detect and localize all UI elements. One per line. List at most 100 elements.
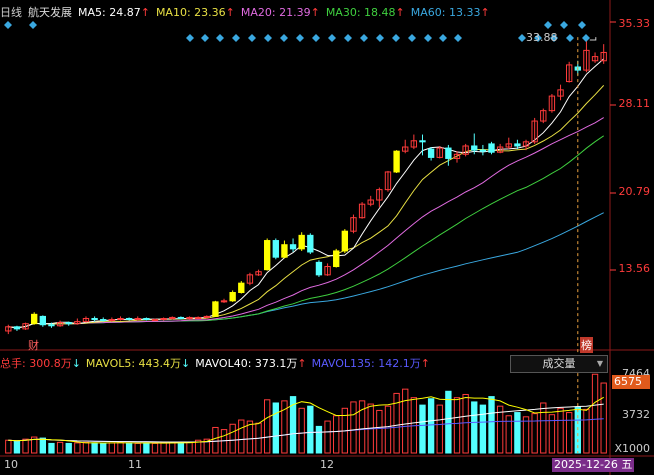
- volume-bar: [238, 419, 245, 454]
- candle: [125, 317, 133, 321]
- volume-bar: [514, 412, 521, 454]
- volume-bar: [436, 404, 443, 454]
- volume-bar: [488, 396, 495, 454]
- signal-diamond: [439, 34, 447, 42]
- volume-unit: X1000: [614, 442, 650, 455]
- volume-bar: [117, 441, 124, 454]
- volume-bar: [591, 373, 599, 454]
- price-tick: 28.11: [618, 97, 651, 110]
- month-label: 12: [320, 458, 334, 471]
- volume-bar: [565, 412, 573, 454]
- volume-bar: [13, 440, 21, 454]
- ma10-value: MA10: 23.36↑: [155, 5, 235, 19]
- signal-diamond: [201, 34, 209, 42]
- signal-diamond: [328, 34, 336, 42]
- candle: [315, 261, 323, 276]
- volume-bar: [91, 442, 98, 454]
- candle: [65, 322, 72, 325]
- high-price-label: 33.88: [526, 31, 558, 44]
- mavol5-value: MAVOL5: 443.4万↓: [85, 357, 191, 370]
- signal-diamond: [280, 34, 288, 42]
- volume-bar: [315, 425, 323, 454]
- volume-bar: [522, 416, 530, 454]
- signal-diamond: [560, 21, 568, 29]
- volume-bar: [48, 442, 55, 454]
- volume-bar: [298, 407, 305, 454]
- indicator-selector-label: 成交量: [542, 357, 576, 370]
- volume-bar: [263, 399, 271, 454]
- volume-bar: [419, 404, 426, 454]
- volume-bar: [74, 442, 81, 454]
- signal-diamond: [4, 21, 12, 29]
- volume-bar: [160, 442, 167, 454]
- volume-bar: [307, 405, 314, 454]
- ma5-line: [8, 58, 605, 329]
- volume-bar: [39, 437, 47, 454]
- signal-diamond: [376, 34, 384, 42]
- candle: [298, 234, 305, 250]
- volume-legend-bar: 总手: 300.8万↓ MAVOL5: 443.4万↓ MAVOL40: 373…: [0, 355, 430, 371]
- volume-bar: [5, 439, 12, 454]
- ma20-value: MA20: 21.39↑: [240, 5, 320, 19]
- volume-bar: [56, 441, 64, 454]
- volume-bar: [376, 409, 383, 454]
- volume-bar: [557, 407, 564, 454]
- volume-bar: [22, 438, 29, 454]
- candle: [13, 326, 21, 330]
- mavol40-value: MAVOL40: 373.1万↑: [195, 357, 307, 370]
- signal-diamond: [312, 34, 320, 42]
- signal-diamond: [216, 34, 224, 42]
- signal-diamond: [264, 34, 272, 42]
- candle: [238, 282, 245, 294]
- ma10-line: [8, 85, 605, 329]
- period-label[interactable]: 日线: [0, 4, 22, 20]
- ma30-value: MA30: 18.48↑: [325, 5, 405, 19]
- signal-diamond: [566, 34, 574, 42]
- volume-bar: [177, 442, 185, 454]
- volume-bar: [65, 442, 72, 454]
- signal-diamond: [582, 34, 590, 42]
- candle: [427, 148, 435, 158]
- volume-bar: [169, 441, 176, 454]
- candle: [177, 316, 185, 319]
- month-label: 11: [128, 458, 142, 471]
- signal-diamond: [392, 34, 400, 42]
- candle: [48, 324, 55, 327]
- candle: [263, 240, 271, 271]
- volume-bar: [350, 401, 357, 454]
- ma30-line: [8, 135, 604, 329]
- signal-diamond: [186, 34, 194, 42]
- total-volume: 总手: 300.8万↓: [0, 357, 81, 370]
- candle: [229, 292, 236, 302]
- candle: [212, 301, 219, 317]
- volume-bar: [186, 441, 193, 454]
- signal-diamond: [424, 34, 432, 42]
- signal-diamond: [296, 34, 304, 42]
- candle: [471, 145, 478, 151]
- candle: [419, 140, 426, 143]
- volume-bar: [134, 442, 141, 454]
- candle: [91, 317, 98, 321]
- ranking-tag[interactable]: 榜: [580, 337, 593, 353]
- finance-tag[interactable]: 财: [28, 337, 39, 353]
- current-volume-badge: 6575: [612, 375, 650, 389]
- volume-bar: [462, 393, 469, 454]
- candle: [39, 315, 47, 326]
- candle: [100, 319, 107, 322]
- candle: [289, 244, 297, 250]
- signal-diamond: [408, 34, 416, 42]
- indicator-selector[interactable]: 成交量 ▼: [510, 355, 608, 373]
- candle: [272, 240, 279, 258]
- volume-bar: [583, 408, 590, 454]
- candle: [479, 149, 487, 152]
- candle: [393, 150, 400, 173]
- signal-diamond: [29, 21, 37, 29]
- volume-bar: [143, 442, 150, 454]
- candle: [445, 147, 452, 159]
- volume-bar: [246, 420, 254, 454]
- candle: [307, 234, 314, 253]
- cursor-date: 2025-12-26 五: [552, 458, 635, 472]
- signal-diamond: [360, 34, 368, 42]
- signal-diamond: [518, 34, 526, 42]
- stock-chart[interactable]: [0, 0, 654, 475]
